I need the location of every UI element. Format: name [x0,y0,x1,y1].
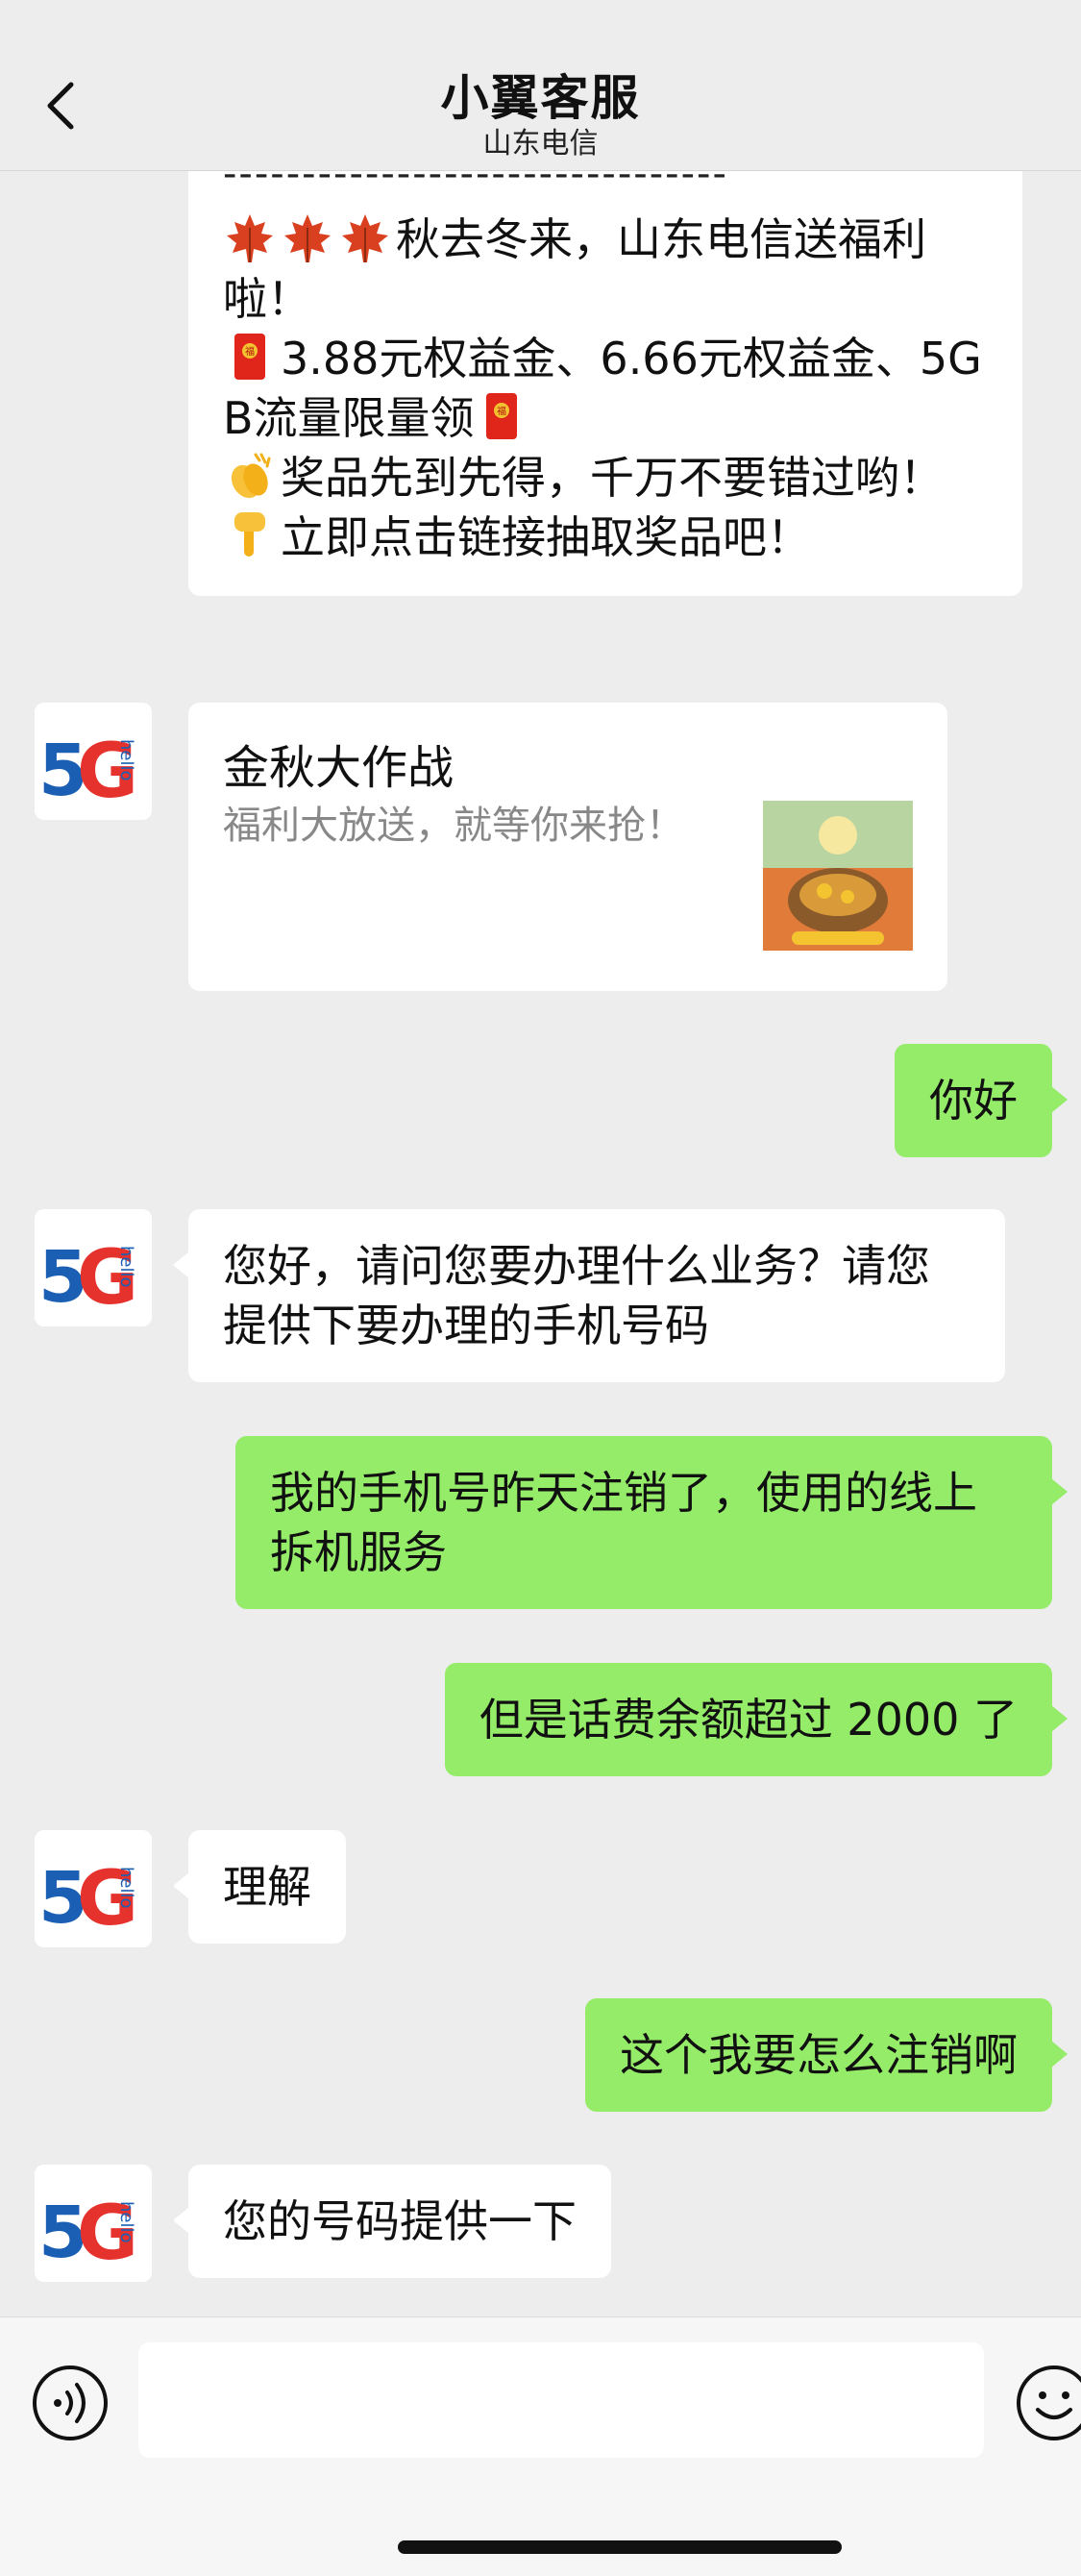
dash-separator: -------------------------------- [223,171,728,196]
emoji-icon [1017,2365,1081,2440]
maple-leaf-icon [281,211,334,264]
svg-text:hello: hello [116,1867,136,1909]
message-list[interactable]: -------------------------------- 秋去冬来，山东… [0,171,1081,2316]
voice-button[interactable] [31,2364,110,2442]
bot-avatar[interactable]: 5 Ghello [35,703,152,820]
chat-header: 小翼客服 山东电信 [0,0,1081,171]
chat-screen: 小翼客服 山东电信 ------------------------------… [0,0,1081,2576]
promo-line-4: 立即点击链接抽取奖品吧！ [281,511,811,563]
message-bubble-sent[interactable]: 我的手机号昨天注销了，使用的线上拆机服务 [235,1436,1068,1609]
svg-text:hello: hello [116,739,136,781]
pointing-down-icon [223,508,277,562]
message-bubble-received[interactable]: 您好，请问您要办理什么业务？请您提供下要办理的手机号码 [173,1209,1005,1382]
message-bubble-sent[interactable]: 但是话费余额超过 2000 了 [444,1663,1069,1776]
svg-text:hello: hello [116,2201,136,2243]
red-envelope-icon: 福 [475,389,528,443]
emoji-button[interactable] [1015,2364,1081,2442]
promo-line-2: 3.88元权益金、6.66元权益金、5GB流量限量领 [223,333,982,444]
clapping-hands-icon [223,449,277,503]
message-bubble-sent[interactable]: 你好 [895,1044,1068,1157]
bot-avatar[interactable]: 5 Ghello [35,1830,152,1947]
promo-line-3: 奖品先到先得，千万不要错过哟！ [281,452,944,504]
promo-message: -------------------------------- 秋去冬来，山东… [188,171,1022,596]
bot-avatar[interactable]: 5 Ghello [35,2165,152,2282]
card-title: 金秋大作战 [223,741,455,795]
promo-card[interactable]: 金秋大作战 福利大放送，就等你来抢！ [188,703,947,991]
chat-subtitle: 山东电信 [482,127,599,161]
home-indicator [398,2540,842,2554]
message-input[interactable] [138,2342,984,2458]
message-bubble-sent[interactable]: 这个我要怎么注销啊 [585,1998,1068,2112]
red-envelope-icon: 福 [223,330,277,384]
input-bar [0,2316,1081,2576]
card-description: 福利大放送，就等你来抢！ [223,804,684,848]
message-bubble-received[interactable]: 您的号码提供一下 [173,2165,611,2278]
svg-text:福: 福 [245,345,255,358]
maple-leaf-icon [223,211,277,264]
card-thumbnail [763,801,913,951]
message-bubble-received[interactable]: 理解 [173,1830,346,1944]
voice-icon [33,2365,108,2440]
svg-text:hello: hello [116,1246,136,1288]
bot-avatar[interactable]: 5 Ghello [35,1209,152,1326]
maple-leaf-icon [338,211,392,264]
svg-text:福: 福 [497,405,506,417]
